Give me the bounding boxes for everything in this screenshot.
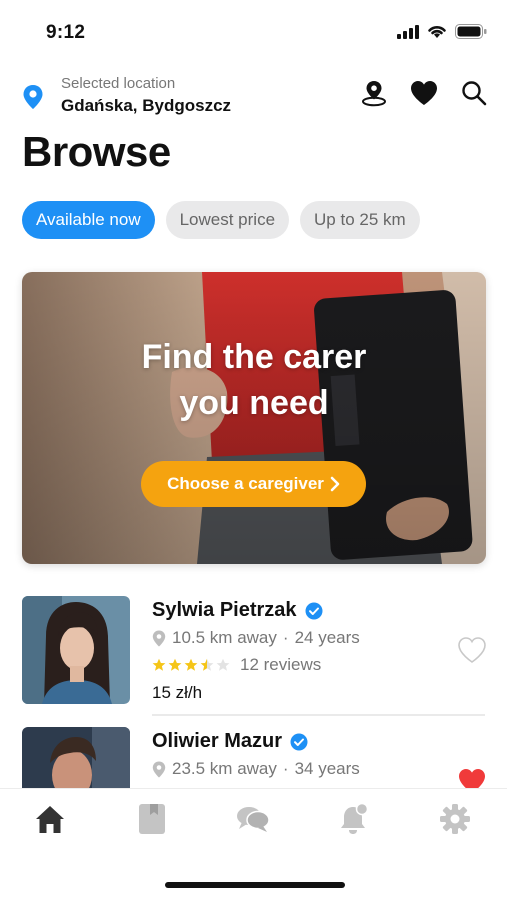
caregiver-row[interactable]: Sylwia Pietrzak 10.5 km away · 24 years xyxy=(0,592,507,722)
tab-bookings[interactable] xyxy=(132,799,172,839)
status-icons xyxy=(397,24,487,39)
avatar xyxy=(22,727,130,788)
wifi-icon xyxy=(428,26,446,38)
filter-chips: Available now Lowest price Up to 25 km xyxy=(22,201,420,239)
filter-distance[interactable]: Up to 25 km xyxy=(300,201,420,239)
heart-icon xyxy=(411,81,437,105)
tab-home[interactable] xyxy=(30,799,70,839)
caregiver-rating: 12 reviews xyxy=(152,655,321,675)
favorite-outline-icon[interactable] xyxy=(457,636,487,664)
caregiver-name: Oliwier Mazur xyxy=(152,730,308,753)
caregiver-distance: 23.5 km away xyxy=(172,759,277,778)
tab-messages[interactable] xyxy=(233,799,273,839)
search-icon xyxy=(462,81,487,106)
chevron-right-icon xyxy=(330,476,340,492)
map-pin-icon xyxy=(362,81,386,107)
star-full-icon xyxy=(152,658,166,671)
hero-title-line2: you need xyxy=(179,384,329,422)
caregiver-meta: 10.5 km away · 24 years xyxy=(152,628,360,648)
star-half-icon xyxy=(200,658,214,671)
search-button[interactable] xyxy=(459,78,489,108)
choose-caregiver-label: Choose a caregiver xyxy=(167,474,324,493)
page-title: Browse xyxy=(22,128,171,175)
choose-caregiver-button[interactable]: Choose a caregiver xyxy=(141,461,366,507)
status-bar: 9:12 xyxy=(0,0,507,60)
home-indicator xyxy=(165,882,345,888)
tab-settings[interactable] xyxy=(435,799,475,839)
location-pin-icon xyxy=(152,630,166,646)
verified-badge-icon xyxy=(305,602,323,619)
caregiver-row[interactable]: Oliwier Mazur 23.5 km away · 34 years xyxy=(0,723,507,788)
caregiver-price: 15 zł/h xyxy=(152,683,203,702)
map-button[interactable] xyxy=(359,78,389,108)
filter-lowest-price[interactable]: Lowest price xyxy=(165,201,290,239)
location-label: Selected location xyxy=(61,75,176,92)
meta-separator: · xyxy=(282,759,289,778)
tab-notifications[interactable] xyxy=(334,799,374,839)
row-divider xyxy=(152,714,485,716)
hero-title-line1: Find the carer xyxy=(141,338,367,376)
signal-icon xyxy=(397,24,419,39)
caregiver-age: 24 years xyxy=(294,628,360,647)
star-full-icon xyxy=(168,658,182,671)
avatar xyxy=(22,596,130,704)
location-pin-icon xyxy=(152,761,166,777)
favorites-button[interactable] xyxy=(409,78,439,108)
caregiver-list: Sylwia Pietrzak 10.5 km away · 24 years xyxy=(0,592,507,788)
location-pin-icon xyxy=(23,85,43,109)
hero-title: Find the carer you need xyxy=(22,334,486,426)
favorite-filled-icon[interactable] xyxy=(457,767,487,788)
star-full-icon xyxy=(184,658,198,671)
review-count: 12 reviews xyxy=(240,655,322,674)
star-empty-icon xyxy=(216,658,230,671)
settings-icon xyxy=(440,804,470,834)
hero-banner: Find the carer you need Choose a caregiv… xyxy=(22,272,486,564)
caregiver-age: 34 years xyxy=(294,759,360,778)
location-value: Gdańska, Bydgoszcz xyxy=(61,96,232,115)
caregiver-meta: 23.5 km away · 34 years xyxy=(152,759,360,779)
bookings-icon xyxy=(139,804,165,834)
top-actions xyxy=(359,78,489,108)
caregiver-name-text: Oliwier Mazur xyxy=(152,730,283,752)
home-icon xyxy=(36,806,64,833)
messages-icon xyxy=(237,807,270,832)
status-time: 9:12 xyxy=(46,22,86,43)
verified-badge-icon xyxy=(290,733,308,750)
meta-separator: · xyxy=(282,628,289,647)
caregiver-name-text: Sylwia Pietrzak xyxy=(152,599,297,621)
battery-icon xyxy=(455,24,487,39)
notifications-icon xyxy=(341,803,369,834)
location-selector[interactable]: Selected location Gdańska, Bydgoszcz xyxy=(22,72,342,120)
star-rating xyxy=(152,658,230,672)
filter-available-now[interactable]: Available now xyxy=(22,201,155,239)
caregiver-distance: 10.5 km away xyxy=(172,628,277,647)
caregiver-name: Sylwia Pietrzak xyxy=(152,599,323,622)
